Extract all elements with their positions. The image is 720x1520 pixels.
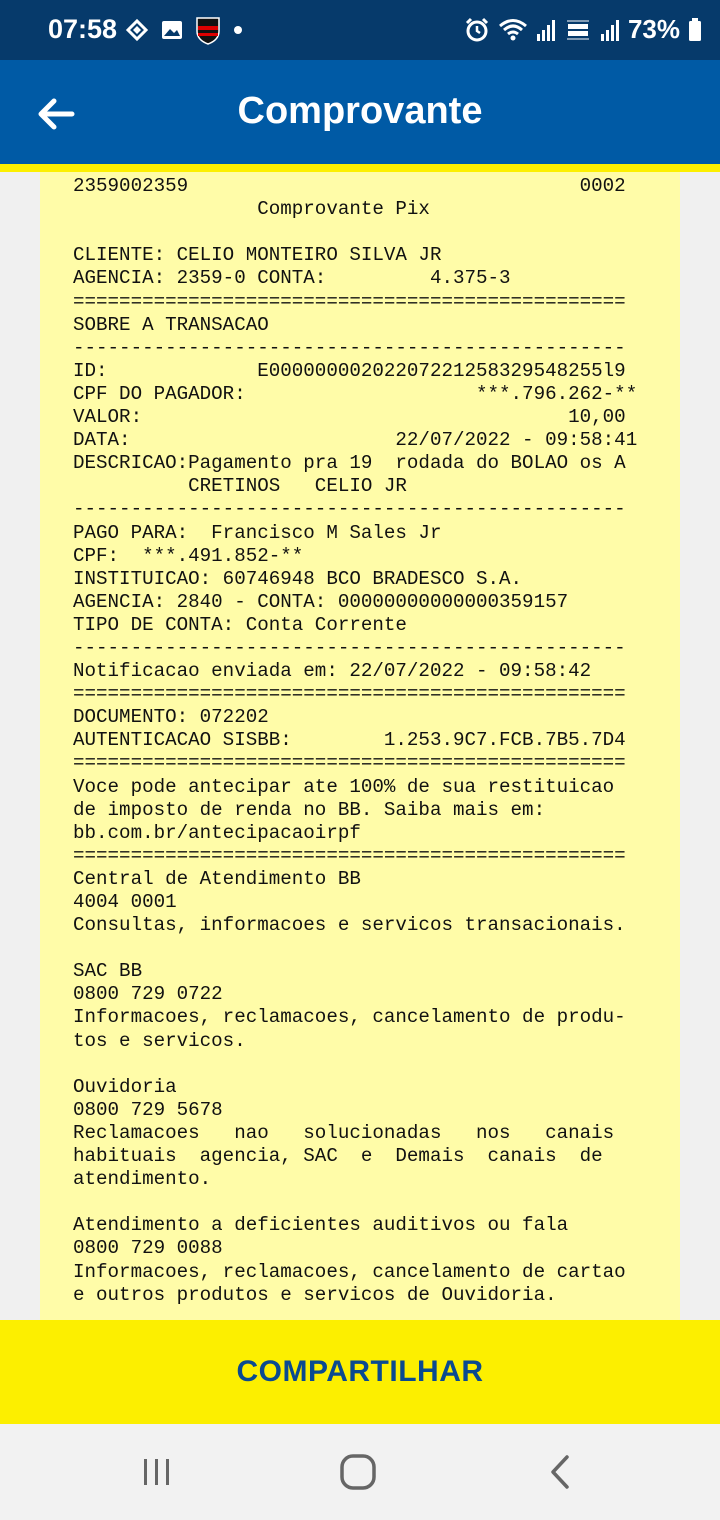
receipt-line: ----------------------------------------… bbox=[73, 636, 626, 659]
receipt-line: Notificacao enviada em: 22/07/2022 - 09:… bbox=[73, 660, 592, 683]
receipt-line: ----------------------------------------… bbox=[73, 498, 626, 521]
receipt-line: AGENCIA: 2359-0 CONTA: 4.375-3 bbox=[73, 267, 511, 290]
receipt-line: tos e servicos. bbox=[73, 1029, 246, 1052]
receipt-line: Informacoes, reclamacoes, cancelamento d… bbox=[73, 1006, 626, 1029]
receipt-line: 2359002359 0002 bbox=[73, 175, 626, 198]
page-title: Comprovante bbox=[237, 90, 483, 132]
gallery-icon bbox=[162, 21, 182, 39]
volte-lte2-icon bbox=[566, 20, 589, 39]
header-accent-stripe bbox=[0, 164, 720, 172]
status-bar: 07:58 73% bbox=[0, 0, 720, 60]
sync-icon bbox=[125, 18, 149, 42]
status-notification-icons bbox=[124, 16, 244, 45]
receipt-line: ========================================… bbox=[73, 844, 626, 867]
alarm-icon bbox=[465, 17, 489, 41]
home-button[interactable] bbox=[328, 1448, 388, 1496]
receipt-paper: 22/07/2022 - AUTOATENDIMENTO - 09:58:48 … bbox=[40, 172, 680, 1320]
receipt-line: DESCRICAO:Pagamento pra 19 rodada do BOL… bbox=[73, 452, 626, 475]
receipt-scroll-area[interactable]: 22/07/2022 - AUTOATENDIMENTO - 09:58:48 … bbox=[0, 172, 720, 1320]
receipt-line: CPF DO PAGADOR: ***.796.262-** bbox=[73, 382, 638, 405]
share-button-label: COMPARTILHAR bbox=[236, 1355, 484, 1388]
receipt-line: CPF: ***.491.852-** bbox=[73, 544, 304, 567]
signal-icon bbox=[536, 19, 555, 41]
receipt-line: CLIENTE: CELIO MONTEIRO SILVA JR bbox=[73, 244, 442, 267]
dot-icon bbox=[234, 26, 242, 34]
receipt-line: DOCUMENTO: 072202 bbox=[73, 706, 269, 729]
receipt-line: SOBRE A TRANSACAO bbox=[73, 313, 269, 336]
wifi-icon bbox=[498, 18, 527, 40]
receipt-line: VALOR: 10,00 bbox=[73, 406, 626, 429]
receipt-line: Central de Atendimento BB bbox=[73, 867, 361, 890]
back-icon bbox=[551, 1455, 569, 1489]
receipt-line: habituais agencia, SAC e Demais canais d… bbox=[73, 1145, 603, 1168]
receipt-line: AUTENTICACAO SISBB: 1.253.9C7.FCB.7B5.7D… bbox=[73, 729, 626, 752]
receipt-line: 22/07/2022 - AUTOATENDIMENTO - 09:58:48 bbox=[73, 172, 626, 174]
receipt-line: INSTITUICAO: 60746948 BCO BRADESCO S.A. bbox=[73, 567, 523, 590]
battery-percent: 73% bbox=[627, 14, 680, 44]
receipt-line: 4004 0001 bbox=[73, 891, 177, 913]
receipt-line: DATA: 22/07/2022 - 09:58:41 bbox=[73, 429, 638, 452]
receipt-line: Informacoes, reclamacoes, cancelamento d… bbox=[73, 1260, 626, 1283]
receipt-line: ========================================… bbox=[73, 752, 626, 775]
receipt-line: ========================================… bbox=[73, 683, 626, 706]
receipt-text: 22/07/2022 - AUTOATENDIMENTO - 09:58:48 … bbox=[73, 172, 637, 1307]
receipt-line: Ouvidoria bbox=[73, 1075, 177, 1098]
receipt-line: 0800 729 0088 bbox=[73, 1237, 223, 1260]
share-button[interactable]: COMPARTILHAR bbox=[0, 1320, 720, 1424]
receipt-line: 0800 729 0722 bbox=[73, 983, 223, 1006]
receipt-line: CRETINOS CELIO JR bbox=[73, 475, 407, 498]
receipt-line: Atendimento a deficientes auditivos ou f… bbox=[73, 1214, 569, 1237]
receipt-line: ID: E00000000202207221258329548255l9 bbox=[73, 359, 626, 382]
battery-icon bbox=[689, 17, 701, 41]
home-icon bbox=[340, 1454, 376, 1490]
signal-icon bbox=[600, 19, 619, 41]
status-time: 07:58 bbox=[48, 14, 118, 44]
status-system-icons: 73% bbox=[464, 14, 702, 45]
receipt-line: atendimento. bbox=[73, 1168, 212, 1191]
receipt-line: Consultas, informacoes e servicos transa… bbox=[73, 914, 626, 937]
recent-apps-icon bbox=[144, 1459, 169, 1485]
system-nav-bar bbox=[0, 1424, 720, 1520]
receipt-line: Voce pode antecipar ate 100% de sua rest… bbox=[73, 775, 615, 798]
receipt-line: Comprovante Pix bbox=[73, 198, 430, 221]
receipt-line: e outros produtos e servicos de Ouvidori… bbox=[73, 1283, 557, 1306]
receipt-line: ========================================… bbox=[73, 290, 626, 313]
receipt-line: Reclamacoes nao solucionadas nos canais bbox=[73, 1121, 615, 1144]
recent-apps-button[interactable] bbox=[127, 1448, 187, 1496]
app-bar: Comprovante bbox=[0, 60, 720, 164]
receipt-line: bb.com.br/antecipacaoirpf bbox=[73, 821, 361, 844]
nav-back-button[interactable] bbox=[530, 1448, 590, 1496]
receipt-line: de imposto de renda no BB. Saiba mais em… bbox=[73, 798, 546, 821]
receipt-line: AGENCIA: 2840 - CONTA: 00000000000000359… bbox=[73, 590, 569, 613]
receipt-line: ----------------------------------------… bbox=[73, 336, 626, 359]
receipt-line: PAGO PARA: Francisco M Sales Jr bbox=[73, 521, 442, 544]
flamengo-logo-icon bbox=[196, 17, 220, 45]
receipt-line: 0800 729 5678 bbox=[73, 1098, 223, 1121]
receipt-line: SAC BB bbox=[73, 960, 143, 983]
receipt-line: TIPO DE CONTA: Conta Corrente bbox=[73, 613, 407, 636]
